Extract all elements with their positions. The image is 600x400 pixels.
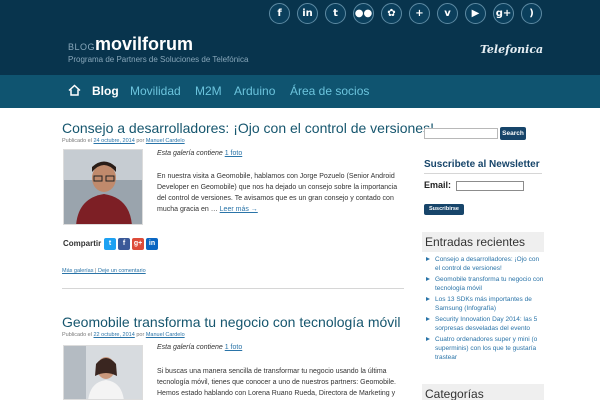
person-photo [64,150,142,224]
page: f in t ●● ✿ + v ▶ g+) BLOG movilforum Programa d… [0,0,600,400]
read-more-link[interactable]: Leer más → [220,206,258,213]
bullet-arrow-icon [426,317,430,321]
google-plus-share-icon[interactable]: g+ [132,238,144,250]
facebook-share-icon[interactable]: f [118,238,130,250]
recent-post-link[interactable]: Los 13 SDKs más importantes de Samsung (… [435,296,532,312]
delicious-icon[interactable]: ✿ [381,3,402,24]
recent-posts-list: Consejo a desarrolladores: ¡Ojo con el c… [424,255,544,364]
gallery-note-text: Esta galería contiene [157,150,223,157]
post-thumbnail[interactable] [63,345,143,400]
recent-post-item[interactable]: Security Innovation Day 2014: las 5 sorp… [424,315,544,333]
email-label: Email: [424,180,452,190]
site-tagline: Programa de Partners de Soluciones de Te… [68,55,249,64]
flickr-icon[interactable]: ●● [353,3,374,24]
brand-logo[interactable]: Telefonica [480,43,543,56]
nav-item-m2m[interactable]: M2M [195,75,222,108]
linkedin-icon[interactable]: in [297,3,318,24]
recent-post-item[interactable]: Los 13 SDKs más importantes de Samsung (… [424,295,544,313]
post-meta-by: por [136,332,145,338]
vimeo-icon[interactable]: v [437,3,458,24]
post-author-link[interactable]: Manuel Cardelo [146,138,185,144]
recent-post-item[interactable]: Cuatro ordenadores super y mini (o super… [424,335,544,362]
newsletter-divider [424,173,542,174]
recent-post-item[interactable]: Consejo a desarrolladores: ¡Ojo con el c… [424,255,544,273]
person-photo [64,346,142,399]
recent-post-link[interactable]: Geomobile transforma tu negocio con tecn… [435,276,543,292]
nav-item-arduino[interactable]: Arduino [234,75,275,108]
nav-item-area-socios[interactable]: Área de socios [290,75,369,108]
post-meta-prefix: Publicado el [62,332,92,338]
bullet-arrow-icon [426,257,430,261]
gallery-photo-link[interactable]: 1 foto [225,150,243,157]
post-excerpt-text: Si buscas una manera sencilla de transfo… [157,368,396,397]
twitter-share-icon[interactable]: t [104,238,116,250]
post-excerpt: Si buscas una manera sencilla de transfo… [157,366,402,399]
search-input[interactable] [424,128,498,139]
nav-home[interactable] [64,75,86,108]
post-date-link[interactable]: 22 octubre, 2014 [94,332,135,338]
bullet-arrow-icon [426,337,430,341]
blog-label: BLOG [68,42,96,52]
bullet-arrow-icon [426,277,430,281]
gallery-note: Esta galería contiene 1 foto [157,150,242,157]
recent-posts-heading: Entradas recientes [422,232,544,252]
more-galleries-link[interactable]: Más galerías [62,268,94,274]
gallery-photo-link[interactable]: 1 foto [225,344,243,351]
plus-icon[interactable]: + [409,3,430,24]
main-nav: Blog Movilidad M2M Arduino Área de socio… [0,75,600,108]
post-thumbnail[interactable] [63,149,143,225]
recent-post-link[interactable]: Cuatro ordenadores super y mini (o super… [435,336,537,361]
site-name[interactable]: movilforum [95,34,193,55]
post-meta: Publicado el 22 octubre, 2014 por Manuel… [62,332,185,338]
share-label: Compartir [63,239,102,248]
rss-icon[interactable]: ) [521,3,542,24]
recent-post-link[interactable]: Consejo a desarrolladores: ¡Ojo con el c… [435,256,539,272]
post-excerpt-text: En nuestra visita a Geomobile, hablamos … [157,173,398,213]
recent-post-link[interactable]: Security Innovation Day 2014: las 5 sorp… [435,316,537,332]
post-meta: Publicado el 24 octubre, 2014 por Manuel… [62,138,185,144]
categories-heading: Categorías [422,384,544,400]
post-excerpt: En nuestra visita a Geomobile, hablamos … [157,171,402,215]
nav-item-blog[interactable]: Blog [92,75,119,108]
post-divider [62,288,404,289]
gallery-note: Esta galería contiene 1 foto [157,344,242,351]
youtube-icon[interactable]: ▶ [465,3,486,24]
post-footer: Más galerías | Deje un comentario [62,268,146,274]
footer-separator: | [95,268,97,274]
gallery-note-text: Esta galería contiene [157,344,223,351]
google-plus-icon[interactable]: g+ [493,3,514,24]
search-button[interactable]: Search [500,127,526,140]
linkedin-share-icon[interactable]: in [146,238,158,250]
post-title[interactable]: Geomobile transforma tu negocio con tecn… [62,314,401,330]
post-author-link[interactable]: Manuel Cardelo [146,332,185,338]
post-meta-by: por [136,138,145,144]
post-date-link[interactable]: 24 octubre, 2014 [94,138,135,144]
subscribe-button[interactable]: Suscribirse [424,204,464,215]
recent-post-item[interactable]: Geomobile transforma tu negocio con tecn… [424,275,544,293]
post-title[interactable]: Consejo a desarrolladores: ¡Ojo con el c… [62,120,434,136]
site-header: f in t ●● ✿ + v ▶ g+) BLOG movilforum Programa d… [0,0,600,75]
twitter-icon[interactable]: t [325,3,346,24]
newsletter-title: Suscribete al Newsletter [424,159,540,170]
leave-comment-link[interactable]: Deje un comentario [98,268,146,274]
email-field[interactable] [456,181,524,191]
post-meta-prefix: Publicado el [62,138,92,144]
home-icon [68,84,81,96]
nav-item-movilidad[interactable]: Movilidad [130,75,181,108]
bullet-arrow-icon [426,297,430,301]
facebook-icon[interactable]: f [269,3,290,24]
